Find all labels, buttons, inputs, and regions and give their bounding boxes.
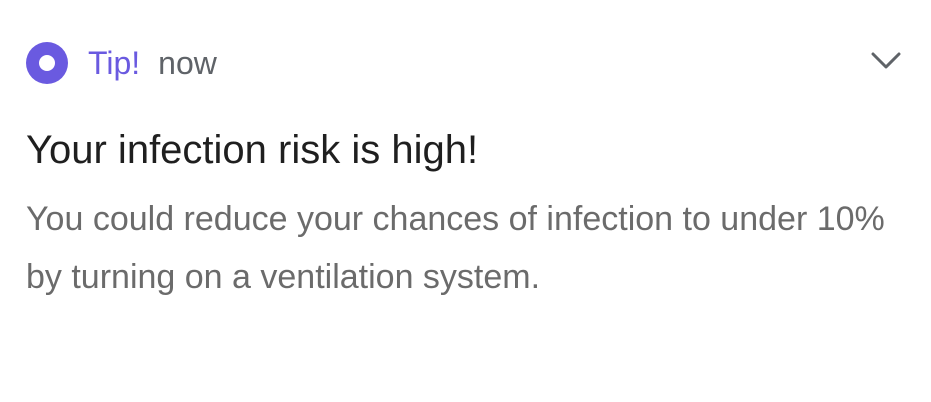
notification-time: now	[158, 45, 217, 81]
chevron-down-icon	[871, 52, 901, 75]
app-name: Tip!	[88, 45, 141, 81]
notification-title: Your infection risk is high!	[26, 128, 479, 172]
notification-header: Tip! now	[26, 42, 217, 84]
notification-body: You could reduce your chances of infecti…	[26, 200, 885, 296]
app-ring-icon	[26, 42, 68, 84]
notification-card[interactable]: Tip! now Your infection risk is high! Yo…	[0, 0, 931, 402]
expand-button[interactable]	[869, 48, 903, 78]
